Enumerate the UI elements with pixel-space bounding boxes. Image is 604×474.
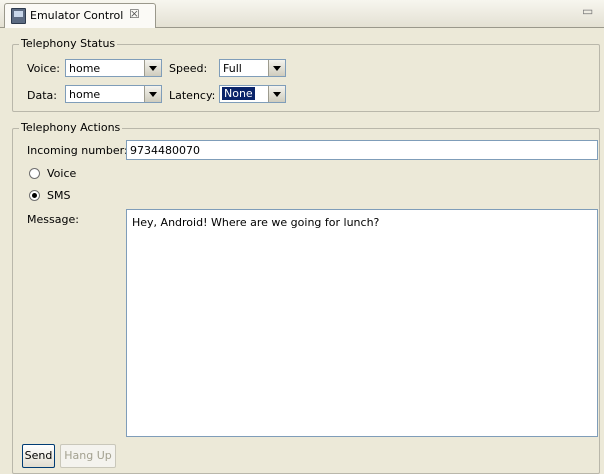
data-label: Data: [27, 89, 57, 102]
voice-radio-label: Voice [47, 167, 77, 180]
message-textarea[interactable]: Hey, Android! Where are we going for lun… [126, 209, 598, 437]
view-tab-bar: Emulator Control ☒ ▭ [0, 0, 604, 28]
speed-label: Speed: [169, 62, 208, 75]
latency-select[interactable]: None [219, 85, 286, 103]
close-icon[interactable]: ☒ [129, 7, 140, 21]
chevron-down-icon[interactable] [144, 86, 161, 102]
latency-select-value: None [222, 87, 255, 100]
incoming-number-value: 9734480070 [130, 144, 200, 157]
chevron-down-icon[interactable] [268, 60, 285, 76]
incoming-number-field[interactable]: 9734480070 [126, 140, 598, 160]
voice-label: Voice: [27, 62, 60, 75]
send-button[interactable]: Send [22, 444, 55, 468]
voice-radio-button[interactable] [29, 168, 40, 179]
hang-up-button[interactable]: Hang Up [60, 444, 116, 468]
telephony-actions-title: Telephony Actions [19, 121, 123, 134]
telephony-status-title: Telephony Status [19, 37, 118, 50]
chevron-down-icon[interactable] [144, 60, 161, 76]
sms-radio-label: SMS [47, 189, 71, 202]
voice-select-value: home [69, 62, 101, 75]
voice-radio[interactable]: Voice [29, 167, 89, 182]
data-select-value: home [69, 88, 101, 101]
speed-select-value: Full [223, 62, 242, 75]
data-select[interactable]: home [65, 85, 162, 103]
incoming-number-label: Incoming number: [27, 144, 128, 157]
minimize-icon[interactable]: ▭ [582, 4, 593, 18]
latency-label: Latency: [169, 89, 216, 102]
chevron-down-icon[interactable] [268, 86, 285, 102]
tab-emulator-control[interactable]: Emulator Control ☒ [4, 3, 156, 28]
message-label: Message: [27, 213, 79, 226]
sms-radio-button[interactable] [29, 190, 40, 201]
message-text: Hey, Android! Where are we going for lun… [132, 216, 380, 229]
voice-select[interactable]: home [65, 59, 162, 77]
sms-radio[interactable]: SMS [29, 189, 89, 204]
speed-select[interactable]: Full [219, 59, 286, 77]
emulator-control-icon [11, 8, 26, 24]
tab-title: Emulator Control [30, 9, 124, 22]
